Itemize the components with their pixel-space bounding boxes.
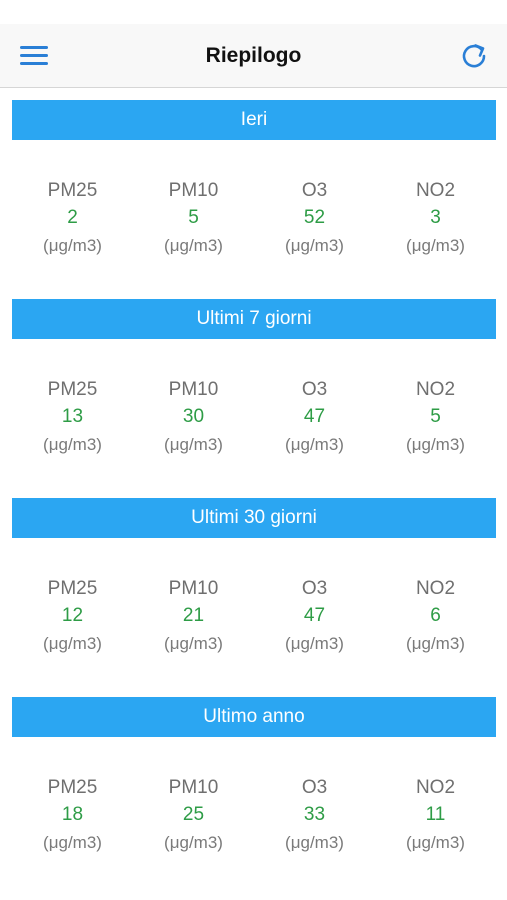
metric-name: PM10: [168, 180, 219, 201]
metric-unit: (μg/m3): [406, 634, 465, 653]
metric-name: PM25: [47, 379, 98, 400]
metric-value: 5: [188, 207, 199, 228]
metric-name: NO2: [415, 180, 456, 201]
metric-no2: NO2 6 (μg/m3): [375, 576, 496, 658]
metric-name: NO2: [415, 578, 456, 599]
metric-no2: NO2 5 (μg/m3): [375, 377, 496, 459]
metric-unit: (μg/m3): [406, 435, 465, 454]
metric-pm10: PM10 30 (μg/m3): [133, 377, 254, 459]
metric-unit: (μg/m3): [285, 634, 344, 653]
metric-pm25: PM25 12 (μg/m3): [12, 576, 133, 658]
metric-value: 6: [430, 605, 441, 626]
refresh-icon[interactable]: [459, 41, 489, 71]
metric-value: 47: [303, 406, 326, 427]
metric-row: PM25 13 (μg/m3) PM10 30 (μg/m3) O3 47 (μ…: [12, 377, 496, 459]
metric-value: 21: [182, 605, 205, 626]
metric-unit: (μg/m3): [285, 435, 344, 454]
metric-unit: (μg/m3): [43, 236, 102, 255]
metric-value: 5: [430, 406, 441, 427]
metric-pm25: PM25 2 (μg/m3): [12, 178, 133, 260]
metric-value: 47: [303, 605, 326, 626]
metric-value: 11: [425, 804, 446, 825]
metric-o3: O3 47 (μg/m3): [254, 377, 375, 459]
metric-unit: (μg/m3): [43, 833, 102, 852]
metric-name: PM10: [168, 379, 219, 400]
metric-row: PM25 2 (μg/m3) PM10 5 (μg/m3) O3 52 (μg/…: [12, 178, 496, 260]
metric-row: PM25 12 (μg/m3) PM10 21 (μg/m3) O3 47 (μ…: [12, 576, 496, 658]
metric-pm10: PM10 21 (μg/m3): [133, 576, 254, 658]
metric-pm25: PM25 18 (μg/m3): [12, 775, 133, 857]
metric-name: NO2: [415, 379, 456, 400]
metric-unit: (μg/m3): [164, 833, 223, 852]
metric-unit: (μg/m3): [285, 833, 344, 852]
status-bar: [0, 0, 507, 24]
metric-name: PM25: [47, 777, 98, 798]
metric-name: PM25: [47, 578, 98, 599]
metric-name: PM10: [168, 578, 219, 599]
metric-o3: O3 33 (μg/m3): [254, 775, 375, 857]
metric-value: 2: [67, 207, 78, 228]
metric-value: 25: [182, 804, 205, 825]
metric-o3: O3 52 (μg/m3): [254, 178, 375, 260]
metric-no2: NO2 11 (μg/m3): [375, 775, 496, 857]
metric-value: 33: [303, 804, 326, 825]
metric-value: 18: [61, 804, 84, 825]
section-header: Ieri: [12, 100, 496, 140]
metric-name: O3: [301, 777, 328, 798]
metric-value: 13: [61, 406, 84, 427]
metric-value: 3: [430, 207, 441, 228]
metric-unit: (μg/m3): [43, 634, 102, 653]
metric-unit: (μg/m3): [164, 236, 223, 255]
metric-name: PM10: [168, 777, 219, 798]
metric-name: O3: [301, 379, 328, 400]
metric-pm10: PM10 25 (μg/m3): [133, 775, 254, 857]
metric-unit: (μg/m3): [164, 435, 223, 454]
section-header: Ultimi 7 giorni: [12, 299, 496, 339]
metric-name: PM25: [47, 180, 98, 201]
metric-unit: (μg/m3): [164, 634, 223, 653]
metric-value: 52: [303, 207, 326, 228]
metric-name: O3: [301, 578, 328, 599]
metric-pm10: PM10 5 (μg/m3): [133, 178, 254, 260]
metric-unit: (μg/m3): [285, 236, 344, 255]
navigation-bar: Riepilogo: [0, 24, 507, 88]
metric-value: 12: [61, 605, 84, 626]
section-header: Ultimi 30 giorni: [12, 498, 496, 538]
metric-unit: (μg/m3): [43, 435, 102, 454]
page-title: Riepilogo: [205, 44, 302, 67]
section-header: Ultimo anno: [12, 697, 496, 737]
metric-no2: NO2 3 (μg/m3): [375, 178, 496, 260]
metric-unit: (μg/m3): [406, 833, 465, 852]
metric-value: 30: [182, 406, 205, 427]
metric-pm25: PM25 13 (μg/m3): [12, 377, 133, 459]
metric-row: PM25 18 (μg/m3) PM10 25 (μg/m3) O3 33 (μ…: [12, 775, 496, 857]
metric-name: O3: [301, 180, 328, 201]
metric-o3: O3 47 (μg/m3): [254, 576, 375, 658]
metric-unit: (μg/m3): [406, 236, 465, 255]
metric-name: NO2: [415, 777, 456, 798]
